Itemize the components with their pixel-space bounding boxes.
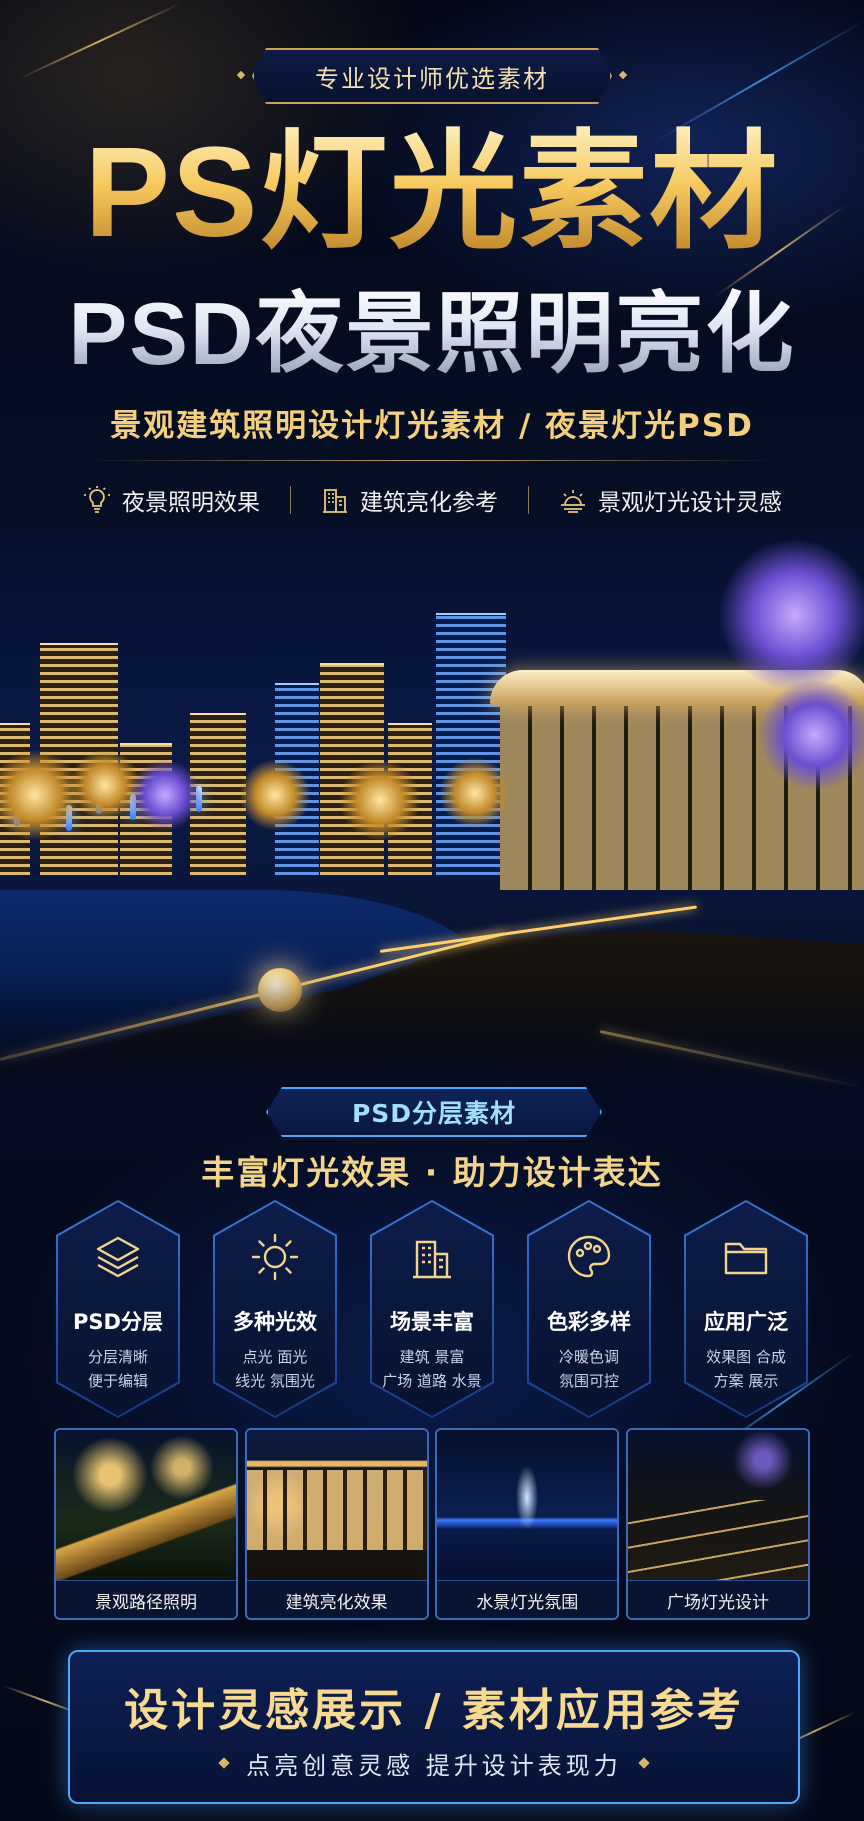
feature-cards: PSD分层 分层清晰 便于编辑 多种光效 点光 面光 线光 氛围光 场景丰富 建… <box>56 1200 808 1418</box>
feature-item: 夜景照明效果 <box>82 483 260 517</box>
feature-row: 夜景照明效果 建筑亮化参考 景观灯光设计灵感 <box>82 478 782 522</box>
photo-caption: 建筑亮化效果 <box>246 1580 427 1618</box>
lit-tree <box>340 760 420 840</box>
card-title: 色彩多样 <box>547 1310 631 1334</box>
photo-water-feature <box>437 1430 618 1580</box>
banner-title: 设计灵感展示 / 素材应用参考 <box>124 1685 744 1736</box>
card-title: 场景丰富 <box>390 1310 474 1334</box>
lit-tree <box>720 540 864 690</box>
card-title: 多种光效 <box>233 1310 317 1334</box>
lit-tree <box>440 758 510 828</box>
photo-card: 广场灯光设计 <box>625 1428 810 1620</box>
folder-icon <box>724 1242 768 1275</box>
feature-card: 色彩多样 冷暖色调 氛围可控 <box>527 1200 651 1418</box>
card-desc: 便于编辑 <box>87 1372 148 1390</box>
photo-caption: 景观路径照明 <box>56 1580 236 1618</box>
scene-fade <box>0 970 864 1090</box>
feature-item: 景观灯光设计灵感 <box>558 483 782 517</box>
card-title: PSD分层 <box>73 1310 163 1334</box>
card-desc: 线光 氛围光 <box>235 1372 315 1390</box>
feature-item: 建筑亮化参考 <box>320 483 498 517</box>
secondary-title: PSD夜景照明亮化 <box>0 282 864 386</box>
feature-card: 场景丰富 建筑 景富 广场 道路 水景 <box>370 1200 494 1418</box>
photo-plaza-lighting <box>627 1430 808 1580</box>
top-badge: 专业设计师优选素材 <box>252 48 612 104</box>
card-desc: 广场 道路 水景 <box>382 1372 482 1390</box>
lit-tree <box>130 760 200 830</box>
feature-card: PSD分层 分层清晰 便于编辑 <box>56 1200 180 1418</box>
feature-card: 多种光效 点光 面光 线光 氛围光 <box>213 1200 337 1418</box>
feature-label: 建筑亮化参考 <box>360 490 498 516</box>
card-desc: 方案 展示 <box>713 1372 779 1390</box>
photo-card: 景观路径照明 <box>54 1428 238 1620</box>
feature-label: 景观灯光设计灵感 <box>598 490 782 516</box>
lit-tree <box>70 750 140 820</box>
card-desc: 点光 面光 <box>242 1348 308 1366</box>
palette-icon <box>567 1235 611 1278</box>
photo-gallery: 景观路径照明 建筑亮化效果 水景灯光氛围 广场灯光设计 <box>54 1428 810 1620</box>
banner-subtitle: 点亮创意灵感 提升设计表现力 <box>246 1752 622 1780</box>
card-desc: 冷暖色调 <box>558 1348 619 1366</box>
photo-path-lighting <box>56 1430 236 1580</box>
feature-separator <box>289 486 291 514</box>
lit-tree <box>760 680 864 790</box>
divider <box>80 460 780 461</box>
lightbulb-icon <box>84 486 110 513</box>
layers-icon <box>96 1236 140 1278</box>
sunrise-icon <box>561 490 585 513</box>
card-desc: 效果图 合成 <box>706 1348 786 1366</box>
subtitle: 景观建筑照明设计灯光素材 / 夜景灯光PSD <box>110 408 754 444</box>
photo-card: 建筑亮化效果 <box>244 1428 429 1620</box>
photo-card: 水景灯光氛围 <box>435 1428 620 1620</box>
building-icon <box>323 489 347 513</box>
main-title: PS灯光素材 <box>0 118 864 268</box>
photo-building-lighting <box>246 1430 427 1580</box>
card-desc: 建筑 景富 <box>399 1348 465 1366</box>
bottom-banner: 设计灵感展示 / 素材应用参考 点亮创意灵感 提升设计表现力 <box>68 1650 800 1804</box>
photo-caption: 水景灯光氛围 <box>437 1580 618 1618</box>
feature-separator <box>527 486 529 514</box>
sun-icon <box>251 1233 299 1281</box>
building <box>436 613 506 875</box>
section-tagline: 丰富灯光效果 · 助力设计表达 <box>201 1153 663 1192</box>
feature-card: 应用广泛 效果图 合成 方案 展示 <box>684 1200 808 1418</box>
lit-tree <box>240 760 310 830</box>
feature-label: 夜景照明效果 <box>122 490 260 516</box>
buildings-icon <box>413 1240 451 1279</box>
night-scene-image <box>0 530 864 1090</box>
card-desc: 分层清晰 <box>87 1348 148 1366</box>
card-title: 应用广泛 <box>704 1310 788 1334</box>
photo-caption: 广场灯光设计 <box>627 1580 808 1618</box>
section-badge: PSD分层素材 <box>266 1087 602 1137</box>
card-desc: 氛围可控 <box>558 1372 619 1390</box>
